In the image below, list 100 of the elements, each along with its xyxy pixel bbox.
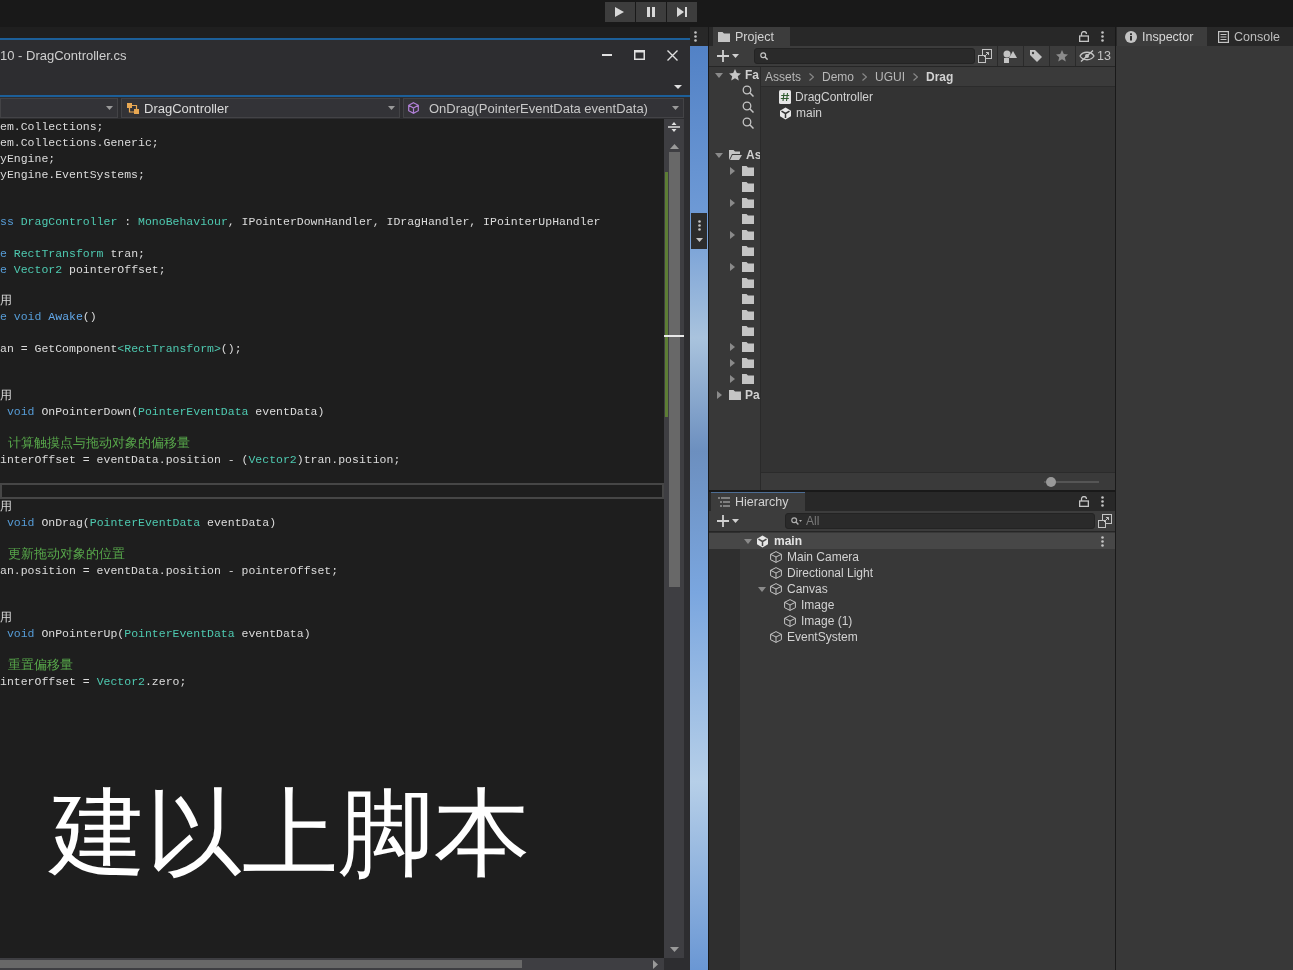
caret-icon[interactable] <box>695 238 703 243</box>
game-object-item[interactable]: Image (1) <box>801 614 853 628</box>
code-line: yEngine; <box>0 150 57 167</box>
asset-name[interactable]: DragController <box>795 90 874 104</box>
more-options-icon[interactable] <box>697 219 701 231</box>
arrow-down-icon[interactable] <box>715 72 723 78</box>
arrow-right-icon[interactable] <box>729 343 735 351</box>
folder-icon[interactable] <box>742 230 754 240</box>
cube-icon <box>770 551 782 563</box>
panel-tab[interactable]: Inspector <box>1117 27 1207 46</box>
arrow-right-icon[interactable] <box>729 263 735 271</box>
arrow-down-icon[interactable] <box>669 947 679 952</box>
code-line: 用 <box>0 293 13 310</box>
arrow-right-icon[interactable] <box>729 375 735 383</box>
code-line: interOffset = eventData.position - (Vector2)tran.position; <box>0 451 402 468</box>
more-options-icon[interactable] <box>1101 31 1104 42</box>
arrow-down-icon[interactable] <box>758 586 766 592</box>
more-options-icon[interactable] <box>1101 496 1104 507</box>
folder-icon[interactable] <box>742 262 754 272</box>
hierarchy-tab[interactable]: Hierarchy <box>711 492 805 511</box>
folder-icon[interactable] <box>742 166 754 176</box>
slider-thumb[interactable] <box>1046 476 1057 487</box>
breadcrumb-link[interactable]: Assets <box>765 69 801 84</box>
breadcrumb-link[interactable]: Demo <box>822 69 855 84</box>
navigation-dropdown[interactable]: DragController <box>121 98 400 118</box>
search-icon[interactable] <box>742 101 754 113</box>
open-folder-icon[interactable] <box>729 150 742 160</box>
folder-icon[interactable] <box>742 342 754 352</box>
caret-icon <box>388 106 395 110</box>
folder-icon[interactable] <box>742 310 754 320</box>
tag-icon <box>1030 50 1042 62</box>
favorites-label[interactable]: Fa <box>745 68 759 82</box>
split-handle-icon[interactable] <box>668 121 680 133</box>
search-icon[interactable] <box>742 85 754 97</box>
lock-icon[interactable] <box>1079 31 1089 42</box>
folder-icon[interactable] <box>742 182 754 192</box>
code-line: 用 <box>0 388 13 405</box>
code-line: ss DragController : MonoBehaviour, IPointerDownHandler, IDragHandler, IPointerUpHandler <box>0 214 602 230</box>
scroll-thumb[interactable] <box>0 960 522 968</box>
star-icon <box>729 69 741 81</box>
breadcrumb-link[interactable]: Drag <box>926 69 954 84</box>
folder-label[interactable]: Pa <box>745 388 760 402</box>
arrow-right-icon[interactable] <box>729 231 735 239</box>
arrow-right-icon[interactable] <box>729 167 735 175</box>
folder-icon[interactable] <box>742 294 754 304</box>
game-object-item[interactable]: Image <box>801 598 835 612</box>
search-in-window-button[interactable] <box>977 47 993 65</box>
navigation-dropdown[interactable]: OnDrag(PointerEventData eventData) <box>403 98 684 118</box>
code-line: interOffset = Vector2.zero; <box>0 673 188 690</box>
folder-icon[interactable] <box>742 374 754 384</box>
more-options-icon[interactable] <box>694 31 697 42</box>
filter-by-label-button[interactable] <box>1027 47 1045 65</box>
vertical-scrollbar[interactable] <box>664 119 684 958</box>
folder-icon[interactable] <box>742 326 754 336</box>
more-options-icon[interactable] <box>1101 535 1104 547</box>
folder-icon[interactable] <box>742 246 754 256</box>
scroll-thumb[interactable] <box>669 152 680 587</box>
game-object-item[interactable]: Directional Light <box>787 566 874 580</box>
arrow-right-icon[interactable] <box>729 199 735 207</box>
code-line: an = GetComponent<RectTransform>(); <box>0 340 243 357</box>
hidden-packages-button[interactable]: 13 <box>1077 47 1113 65</box>
zoom-slider[interactable] <box>1044 476 1099 487</box>
asset-name[interactable]: main <box>796 106 822 120</box>
arrow-down-icon[interactable] <box>744 538 752 544</box>
search-icon[interactable] <box>742 117 754 129</box>
arrow-right-icon[interactable] <box>653 959 658 969</box>
arrow-down-icon[interactable] <box>715 152 723 158</box>
project-tab[interactable]: Project <box>713 27 790 46</box>
search-field[interactable] <box>754 48 975 64</box>
game-object-item[interactable]: Canvas <box>787 582 828 596</box>
code-line: e RectTransform tran; <box>0 245 146 262</box>
step-button[interactable] <box>666 2 697 22</box>
game-object-item[interactable]: EventSystem <box>787 630 858 644</box>
arrow-right-icon[interactable] <box>729 359 735 367</box>
lock-icon[interactable] <box>1079 496 1089 507</box>
game-object-item[interactable]: Main Camera <box>787 550 860 564</box>
search-in-window-button[interactable] <box>1097 512 1113 530</box>
shapes-icon <box>1003 49 1017 63</box>
folder-icon[interactable] <box>742 214 754 224</box>
arrow-right-icon[interactable] <box>716 391 722 399</box>
breadcrumb-link[interactable]: UGUI <box>875 69 906 84</box>
folder-icon[interactable] <box>742 198 754 208</box>
maximize-icon <box>634 50 645 60</box>
folder-icon[interactable] <box>742 278 754 288</box>
folder-label[interactable]: As <box>746 148 760 162</box>
star-icon <box>1056 50 1068 62</box>
horizontal-scrollbar[interactable] <box>0 958 664 970</box>
caret-position-marker <box>664 335 684 337</box>
arrow-up-icon[interactable] <box>669 144 679 149</box>
play-icon <box>615 7 624 17</box>
scene-header[interactable]: main <box>709 533 1115 549</box>
script-icon <box>779 90 791 104</box>
pause-button[interactable] <box>635 2 666 22</box>
cube-icon <box>784 615 796 627</box>
folder-icon[interactable] <box>742 358 754 368</box>
caret-icon[interactable] <box>674 85 682 89</box>
folder-icon[interactable] <box>729 390 741 400</box>
code-editor[interactable] <box>0 119 664 958</box>
play-button[interactable] <box>604 2 635 22</box>
overlap-squares-icon <box>1098 514 1112 528</box>
